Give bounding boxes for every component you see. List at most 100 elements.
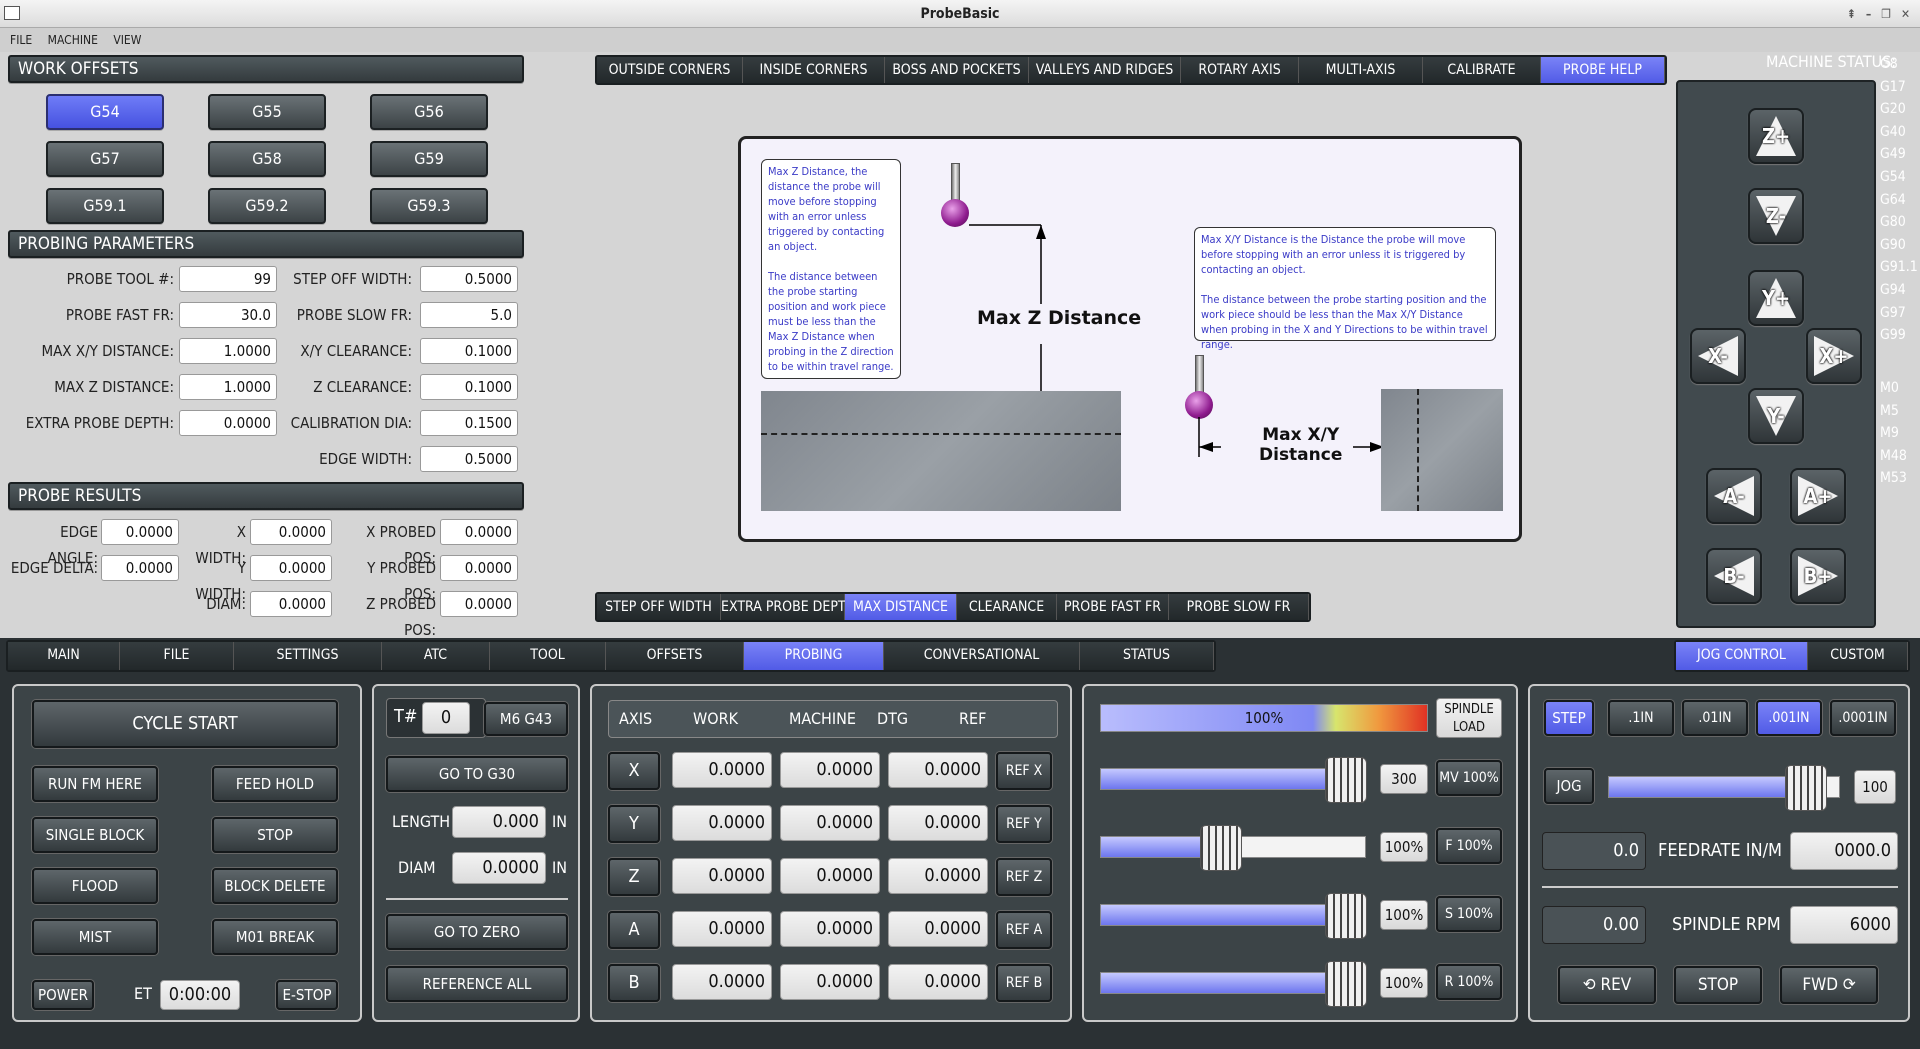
right-tab-jog-control[interactable]: JOG CONTROL [1676, 642, 1808, 670]
close-icon[interactable]: ✕ [1901, 7, 1910, 21]
work-offset-g59-1[interactable]: G59.1 [46, 188, 164, 224]
dro-ref-y[interactable]: REF Y [996, 805, 1052, 843]
param-calibration-dia[interactable]: 0.1500 [420, 410, 518, 436]
right-tab-custom[interactable]: CUSTOM [1808, 642, 1908, 670]
param-z-clearance[interactable]: 0.1000 [420, 374, 518, 400]
dro-work-b[interactable]: 0.0000 [672, 964, 772, 1000]
override-reset-r-100[interactable]: R 100% [1436, 964, 1502, 1000]
jog-y-minus[interactable]: Y- [1748, 388, 1804, 444]
probe-tab-valleys-and-ridges[interactable]: VALLEYS AND RIDGES [1029, 57, 1181, 83]
override-reset-s-100[interactable]: S 100% [1436, 896, 1502, 932]
help-tab-probe-fast-fr[interactable]: PROBE FAST FR [1057, 594, 1169, 620]
spindle-stop-button[interactable]: STOP [1674, 966, 1762, 1004]
main-tab-main[interactable]: MAIN [8, 642, 120, 670]
dro-work-a[interactable]: 0.0000 [672, 911, 772, 947]
jog-b-plus[interactable]: B+ [1790, 548, 1846, 604]
m01-break-button[interactable]: M01 BREAK [212, 919, 338, 955]
mist-button[interactable]: MIST [32, 919, 158, 955]
override-slider[interactable] [1100, 757, 1367, 803]
probe-tab-outside-corners[interactable]: OUTSIDE CORNERS [597, 57, 743, 83]
help-tab-step-off-width[interactable]: STEP OFF WIDTH [597, 594, 721, 620]
override-slider[interactable] [1100, 961, 1367, 1007]
reference-all-button[interactable]: REFERENCE ALL [386, 966, 568, 1002]
jog-x-plus[interactable]: X+ [1806, 328, 1862, 384]
feedrate-set[interactable]: 0000.0 [1790, 832, 1898, 870]
work-offset-g59[interactable]: G59 [370, 141, 488, 177]
minimize-icon[interactable]: – [1866, 7, 1871, 21]
run-from-here-button[interactable]: RUN FM HERE [32, 766, 158, 802]
spindle-fwd-button[interactable]: FWD ⟳ [1780, 966, 1878, 1004]
param-probe-fast-fr[interactable]: 30.0 [179, 302, 277, 328]
go-to-zero-button[interactable]: GO TO ZERO [386, 914, 568, 950]
increment-0001in[interactable]: .0001IN [1830, 700, 1896, 736]
work-offset-g59-3[interactable]: G59.3 [370, 188, 488, 224]
jog-z-plus[interactable]: Z+ [1748, 108, 1804, 164]
main-tab-conversational[interactable]: CONVERSATIONAL [884, 642, 1080, 670]
main-tab-file[interactable]: FILE [120, 642, 234, 670]
work-offset-g59-2[interactable]: G59.2 [208, 188, 326, 224]
estop-button[interactable]: E-STOP [276, 980, 338, 1010]
param-probe-slow-fr[interactable]: 5.0 [420, 302, 518, 328]
main-tab-tool[interactable]: TOOL [490, 642, 606, 670]
stop-button[interactable]: STOP [212, 817, 338, 853]
override-reset-f-100[interactable]: F 100% [1436, 828, 1502, 864]
power-button[interactable]: POWER [32, 980, 94, 1010]
main-tab-offsets[interactable]: OFFSETS [606, 642, 744, 670]
help-tab-probe-slow-fr[interactable]: PROBE SLOW FR [1169, 594, 1309, 620]
feed-hold-button[interactable]: FEED HOLD [212, 766, 338, 802]
jog-b-minus[interactable]: B- [1706, 548, 1762, 604]
work-offset-g58[interactable]: G58 [208, 141, 326, 177]
jog-a-plus[interactable]: A+ [1790, 468, 1846, 524]
jog-speed-slider[interactable] [1608, 765, 1840, 811]
m6-g43-button[interactable]: M6 G43 [484, 702, 568, 736]
increment-01in[interactable]: .01IN [1682, 700, 1748, 736]
cycle-start-button[interactable]: CYCLE START [32, 700, 338, 748]
probe-tab-inside-corners[interactable]: INSIDE CORNERS [743, 57, 885, 83]
increment-001in[interactable]: .001IN [1756, 700, 1822, 736]
flood-button[interactable]: FLOOD [32, 868, 158, 904]
menu-machine[interactable]: MACHINE [48, 33, 98, 47]
single-block-button[interactable]: SINGLE BLOCK [32, 817, 158, 853]
work-offset-g55[interactable]: G55 [208, 94, 326, 130]
menu-file[interactable]: FILE [10, 33, 32, 47]
param-max-x-y-distance[interactable]: 1.0000 [179, 338, 277, 364]
jog-a-minus[interactable]: A- [1706, 468, 1762, 524]
dro-work-x[interactable]: 0.0000 [672, 752, 772, 788]
param-extra-probe-depth[interactable]: 0.0000 [179, 410, 277, 436]
override-reset-mv-100[interactable]: MV 100% [1436, 760, 1502, 796]
param-step-off-width[interactable]: 0.5000 [420, 266, 518, 292]
menu-view[interactable]: VIEW [113, 33, 141, 47]
pin-icon[interactable]: ⇞ [1847, 7, 1856, 21]
main-tab-probing[interactable]: PROBING [744, 642, 884, 670]
dro-ref-b[interactable]: REF B [996, 964, 1052, 1002]
override-slider[interactable] [1100, 893, 1367, 939]
help-tab-max-distance[interactable]: MAX DISTANCE [845, 594, 957, 620]
tool-number-field[interactable]: 0 [422, 702, 470, 734]
dro-work-y[interactable]: 0.0000 [672, 805, 772, 841]
probe-tab-rotary-axis[interactable]: ROTARY AXIS [1181, 57, 1299, 83]
main-tab-status[interactable]: STATUS [1080, 642, 1214, 670]
increment-1in[interactable]: .1IN [1608, 700, 1674, 736]
spindle-rev-button[interactable]: ⟲ REV [1558, 966, 1656, 1004]
param-x-y-clearance[interactable]: 0.1000 [420, 338, 518, 364]
block-delete-button[interactable]: BLOCK DELETE [212, 868, 338, 904]
dro-work-z[interactable]: 0.0000 [672, 858, 772, 894]
dro-ref-a[interactable]: REF A [996, 911, 1052, 949]
probe-tab-multi-axis[interactable]: MULTI-AXIS [1299, 57, 1423, 83]
step-button[interactable]: STEP [1544, 700, 1594, 736]
probe-tab-boss-and-pockets[interactable]: BOSS AND POCKETS [885, 57, 1029, 83]
work-offset-g57[interactable]: G57 [46, 141, 164, 177]
maximize-icon[interactable]: ❐ [1881, 7, 1891, 21]
dro-ref-z[interactable]: REF Z [996, 858, 1052, 896]
jog-x-minus[interactable]: X- [1690, 328, 1746, 384]
dro-ref-x[interactable]: REF X [996, 752, 1052, 790]
go-to-g30-button[interactable]: GO TO G30 [386, 756, 568, 792]
work-offset-g56[interactable]: G56 [370, 94, 488, 130]
jog-y-plus[interactable]: Y+ [1748, 270, 1804, 326]
override-slider[interactable] [1100, 825, 1366, 871]
probe-tab-probe-help[interactable]: PROBE HELP [1541, 57, 1665, 83]
main-tab-settings[interactable]: SETTINGS [234, 642, 382, 670]
work-offset-g54[interactable]: G54 [46, 94, 164, 130]
help-tab-extra-probe-depth[interactable]: EXTRA PROBE DEPTH [721, 594, 855, 620]
main-tab-atc[interactable]: ATC [382, 642, 490, 670]
